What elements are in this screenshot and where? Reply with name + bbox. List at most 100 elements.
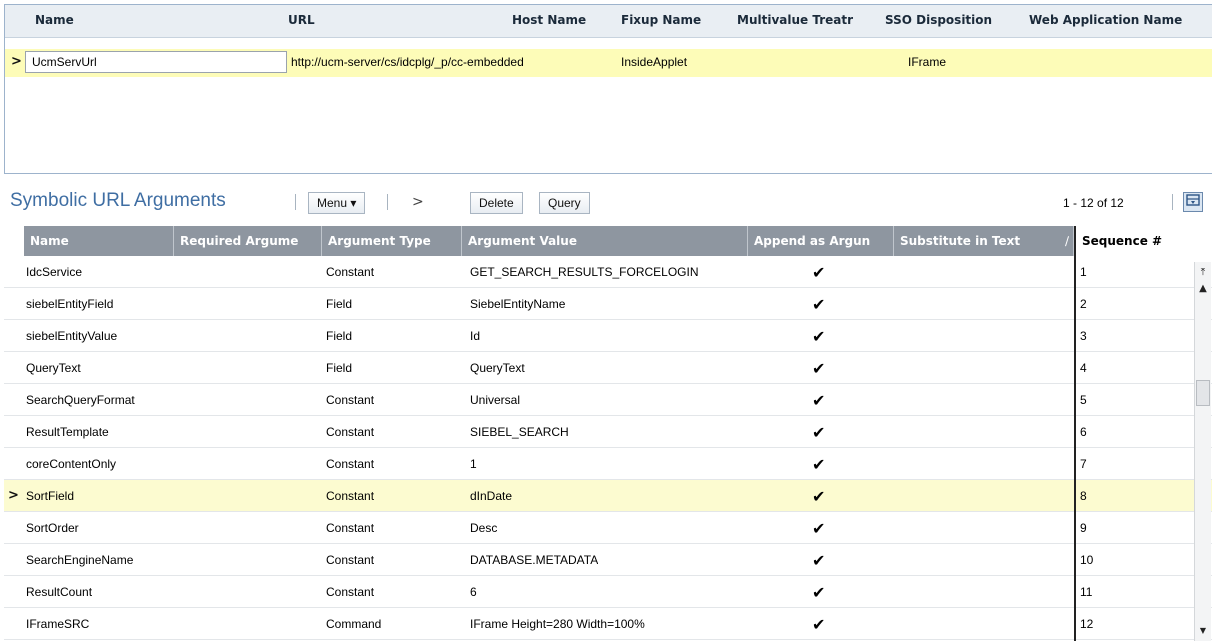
col-header-argument-type[interactable]: Argument Type xyxy=(322,226,462,256)
cell-name[interactable]: siebelEntityField xyxy=(26,288,113,320)
scroll-down-icon[interactable]: ▼ xyxy=(1196,624,1210,638)
table-row[interactable]: IdcService Constant GET_SEARCH_RESULTS_FOR… xyxy=(4,256,1212,288)
vertical-scrollbar[interactable]: ⤒ ▲ ▼ xyxy=(1194,262,1211,641)
append-check-icon[interactable]: ✔ xyxy=(812,608,825,640)
cell-argument-value[interactable]: DATABASE.METADATA xyxy=(470,544,598,576)
cell-argument-type[interactable]: Field xyxy=(326,352,352,384)
col-header-required-argument[interactable]: Required Argume xyxy=(174,226,322,256)
cell-argument-value[interactable]: GET_SEARCH_RESULTS_FORCELOGIN xyxy=(470,256,699,288)
cell-argument-value[interactable]: Universal xyxy=(470,384,520,416)
fixup-name-value[interactable]: InsideApplet xyxy=(621,55,687,69)
table-row[interactable]: siebelEntityField Field SiebelEntityName ✔ 2 xyxy=(4,288,1212,320)
table-row[interactable]: ResultTemplate Constant SIEBEL_SEARCH ✔ 6 xyxy=(4,416,1212,448)
cell-argument-type[interactable]: Constant xyxy=(326,416,374,448)
cell-argument-type[interactable]: Constant xyxy=(326,512,374,544)
col-header-sso-disposition[interactable]: SSO Disposition xyxy=(885,13,992,27)
table-row[interactable]: siebelEntityValue Field Id ✔ 3 xyxy=(4,320,1212,352)
table-row[interactable]: QueryText Field QueryText ✔ 4 xyxy=(4,352,1212,384)
cell-argument-value[interactable]: Id xyxy=(470,320,480,352)
table-row[interactable]: IFrameSRC Command IFrame Height=280 Width=… xyxy=(4,608,1212,640)
append-check-icon[interactable]: ✔ xyxy=(812,384,825,416)
cell-name[interactable]: SearchQueryFormat xyxy=(26,384,135,416)
append-check-icon[interactable]: ✔ xyxy=(812,288,825,320)
table-row[interactable]: coreContentOnly Constant 1 ✔ 7 xyxy=(4,448,1212,480)
cell-argument-type[interactable]: Constant xyxy=(326,576,374,608)
col-header-name[interactable]: Name xyxy=(35,13,74,27)
cell-name[interactable]: SearchEngineName xyxy=(26,544,133,576)
col-header-multivalue-treatment[interactable]: Multivalue Treatr xyxy=(737,13,853,27)
cell-name[interactable]: ResultTemplate xyxy=(26,416,109,448)
scroll-up-icon[interactable]: ▲ xyxy=(1196,282,1210,296)
cell-argument-type[interactable]: Constant xyxy=(326,256,374,288)
cell-argument-value[interactable]: 6 xyxy=(470,576,477,608)
cell-sequence[interactable]: 12 xyxy=(1080,608,1093,640)
col-header-url[interactable]: URL xyxy=(288,13,315,27)
scroll-thumb[interactable] xyxy=(1196,380,1210,406)
cell-argument-type[interactable]: Constant xyxy=(326,384,374,416)
table-row[interactable]: SortOrder Constant Desc ✔ 9 xyxy=(4,512,1212,544)
cell-argument-value[interactable]: 1 xyxy=(470,448,477,480)
col-header-sequence[interactable]: Sequence # xyxy=(1074,226,1198,256)
cell-sequence[interactable]: 3 xyxy=(1080,320,1087,352)
append-check-icon[interactable]: ✔ xyxy=(812,576,825,608)
symbolic-url-row[interactable]: > http://ucm-server/cs/idcplg/_p/cc-embe… xyxy=(5,49,1212,77)
col-header-substitute-in-text[interactable]: Substitute in Text ∕ xyxy=(894,226,1074,256)
cell-argument-type[interactable]: Constant xyxy=(326,544,374,576)
name-field[interactable] xyxy=(25,51,287,73)
append-check-icon[interactable]: ✔ xyxy=(812,544,825,576)
cell-sequence[interactable]: 10 xyxy=(1080,544,1093,576)
url-value[interactable]: http://ucm-server/cs/idcplg/_p/cc-embedd… xyxy=(291,55,524,69)
cell-argument-value[interactable]: SiebelEntityName xyxy=(470,288,565,320)
cell-argument-type[interactable]: Field xyxy=(326,320,352,352)
delete-button[interactable]: Delete xyxy=(470,192,523,214)
cell-argument-value[interactable]: dInDate xyxy=(470,480,512,512)
cell-sequence[interactable]: 5 xyxy=(1080,384,1087,416)
scroll-top-icon[interactable]: ⤒ xyxy=(1196,266,1210,280)
table-row[interactable]: SearchQueryFormat Constant Universal ✔ 5 xyxy=(4,384,1212,416)
cell-argument-value[interactable]: IFrame Height=280 Width=100% xyxy=(470,608,645,640)
menu-button[interactable]: Menu ▾ xyxy=(308,192,366,214)
cell-sequence[interactable]: 7 xyxy=(1080,448,1087,480)
cell-name[interactable]: QueryText xyxy=(26,352,81,384)
next-record-icon[interactable]: > xyxy=(412,194,424,210)
append-check-icon[interactable]: ✔ xyxy=(812,352,825,384)
cell-argument-value[interactable]: SIEBEL_SEARCH xyxy=(470,416,569,448)
cell-name[interactable]: ResultCount xyxy=(26,576,92,608)
append-check-icon[interactable]: ✔ xyxy=(812,480,825,512)
col-header-host-name[interactable]: Host Name xyxy=(512,13,586,27)
cell-sequence[interactable]: 9 xyxy=(1080,512,1087,544)
sso-disposition-value[interactable]: IFrame xyxy=(908,55,946,69)
column-chooser-icon[interactable] xyxy=(1183,192,1203,212)
query-button[interactable]: Query xyxy=(539,192,590,214)
col-header-append-as-argument[interactable]: Append as Argun xyxy=(748,226,894,256)
cell-argument-value[interactable]: QueryText xyxy=(470,352,525,384)
cell-name[interactable]: coreContentOnly xyxy=(26,448,116,480)
append-check-icon[interactable]: ✔ xyxy=(812,416,825,448)
cell-argument-type[interactable]: Field xyxy=(326,288,352,320)
append-check-icon[interactable]: ✔ xyxy=(812,320,825,352)
table-row[interactable]: > SortField Constant dInDate ✔ 8 xyxy=(4,480,1212,512)
cell-sequence[interactable]: 4 xyxy=(1080,352,1087,384)
append-check-icon[interactable]: ✔ xyxy=(812,512,825,544)
cell-argument-value[interactable]: Desc xyxy=(470,512,497,544)
cell-sequence[interactable]: 6 xyxy=(1080,416,1087,448)
cell-name[interactable]: SortOrder xyxy=(26,512,79,544)
col-header-argument-value[interactable]: Argument Value xyxy=(462,226,748,256)
append-check-icon[interactable]: ✔ xyxy=(812,448,825,480)
cell-argument-type[interactable]: Constant xyxy=(326,480,374,512)
table-row[interactable]: ResultCount Constant 6 ✔ 11 xyxy=(4,576,1212,608)
cell-name[interactable]: IFrameSRC xyxy=(26,608,89,640)
cell-argument-type[interactable]: Constant xyxy=(326,448,374,480)
col-header-fixup-name[interactable]: Fixup Name xyxy=(621,13,701,27)
append-check-icon[interactable]: ✔ xyxy=(812,256,825,288)
cell-argument-type[interactable]: Command xyxy=(326,608,381,640)
cell-name[interactable]: IdcService xyxy=(26,256,82,288)
cell-sequence[interactable]: 2 xyxy=(1080,288,1087,320)
cell-name[interactable]: SortField xyxy=(26,480,74,512)
cell-sequence[interactable]: 11 xyxy=(1080,576,1092,608)
cell-name[interactable]: siebelEntityValue xyxy=(26,320,117,352)
col-header-name[interactable]: Name xyxy=(24,226,174,256)
table-row[interactable]: SearchEngineName Constant DATABASE.METADAT… xyxy=(4,544,1212,576)
col-header-web-application-name[interactable]: Web Application Name xyxy=(1029,13,1182,27)
cell-sequence[interactable]: 1 xyxy=(1080,256,1087,288)
